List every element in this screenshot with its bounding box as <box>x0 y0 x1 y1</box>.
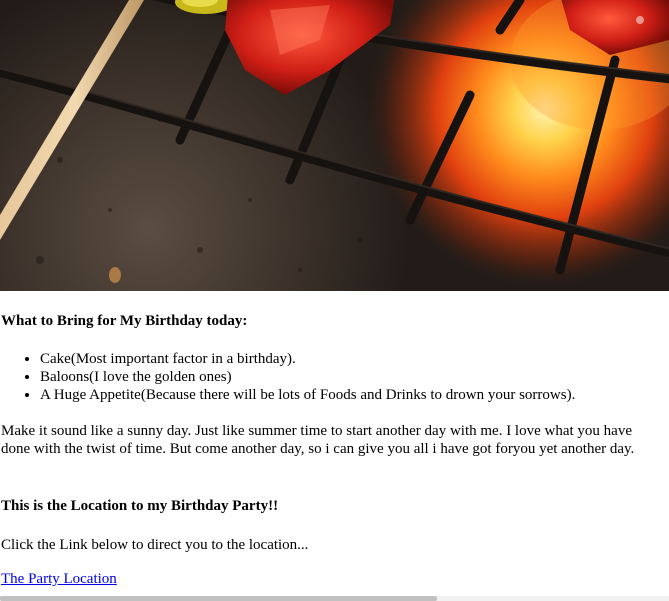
list-item: Cake(Most important factor in a birthday… <box>40 350 575 368</box>
list-item: A Huge Appetite(Because there will be lo… <box>40 386 575 404</box>
location-heading: This is the Location to my Birthday Part… <box>1 498 279 514</box>
birthday-paragraph: Make it sound like a sunny day. Just lik… <box>1 423 635 457</box>
grill-photo <box>0 0 669 291</box>
party-location-link[interactable]: The Party Location <box>1 570 117 588</box>
horizontal-scrollbar[interactable] <box>0 596 669 601</box>
scrollbar-thumb[interactable] <box>0 596 437 601</box>
location-intro: Click the Link below to direct you to th… <box>1 537 309 553</box>
bring-list: Cake(Most important factor in a birthday… <box>0 350 575 404</box>
hero-image <box>0 0 669 291</box>
bring-heading: What to Bring for My Birthday today: <box>1 313 248 329</box>
list-item: Baloons(I love the golden ones) <box>40 368 575 386</box>
